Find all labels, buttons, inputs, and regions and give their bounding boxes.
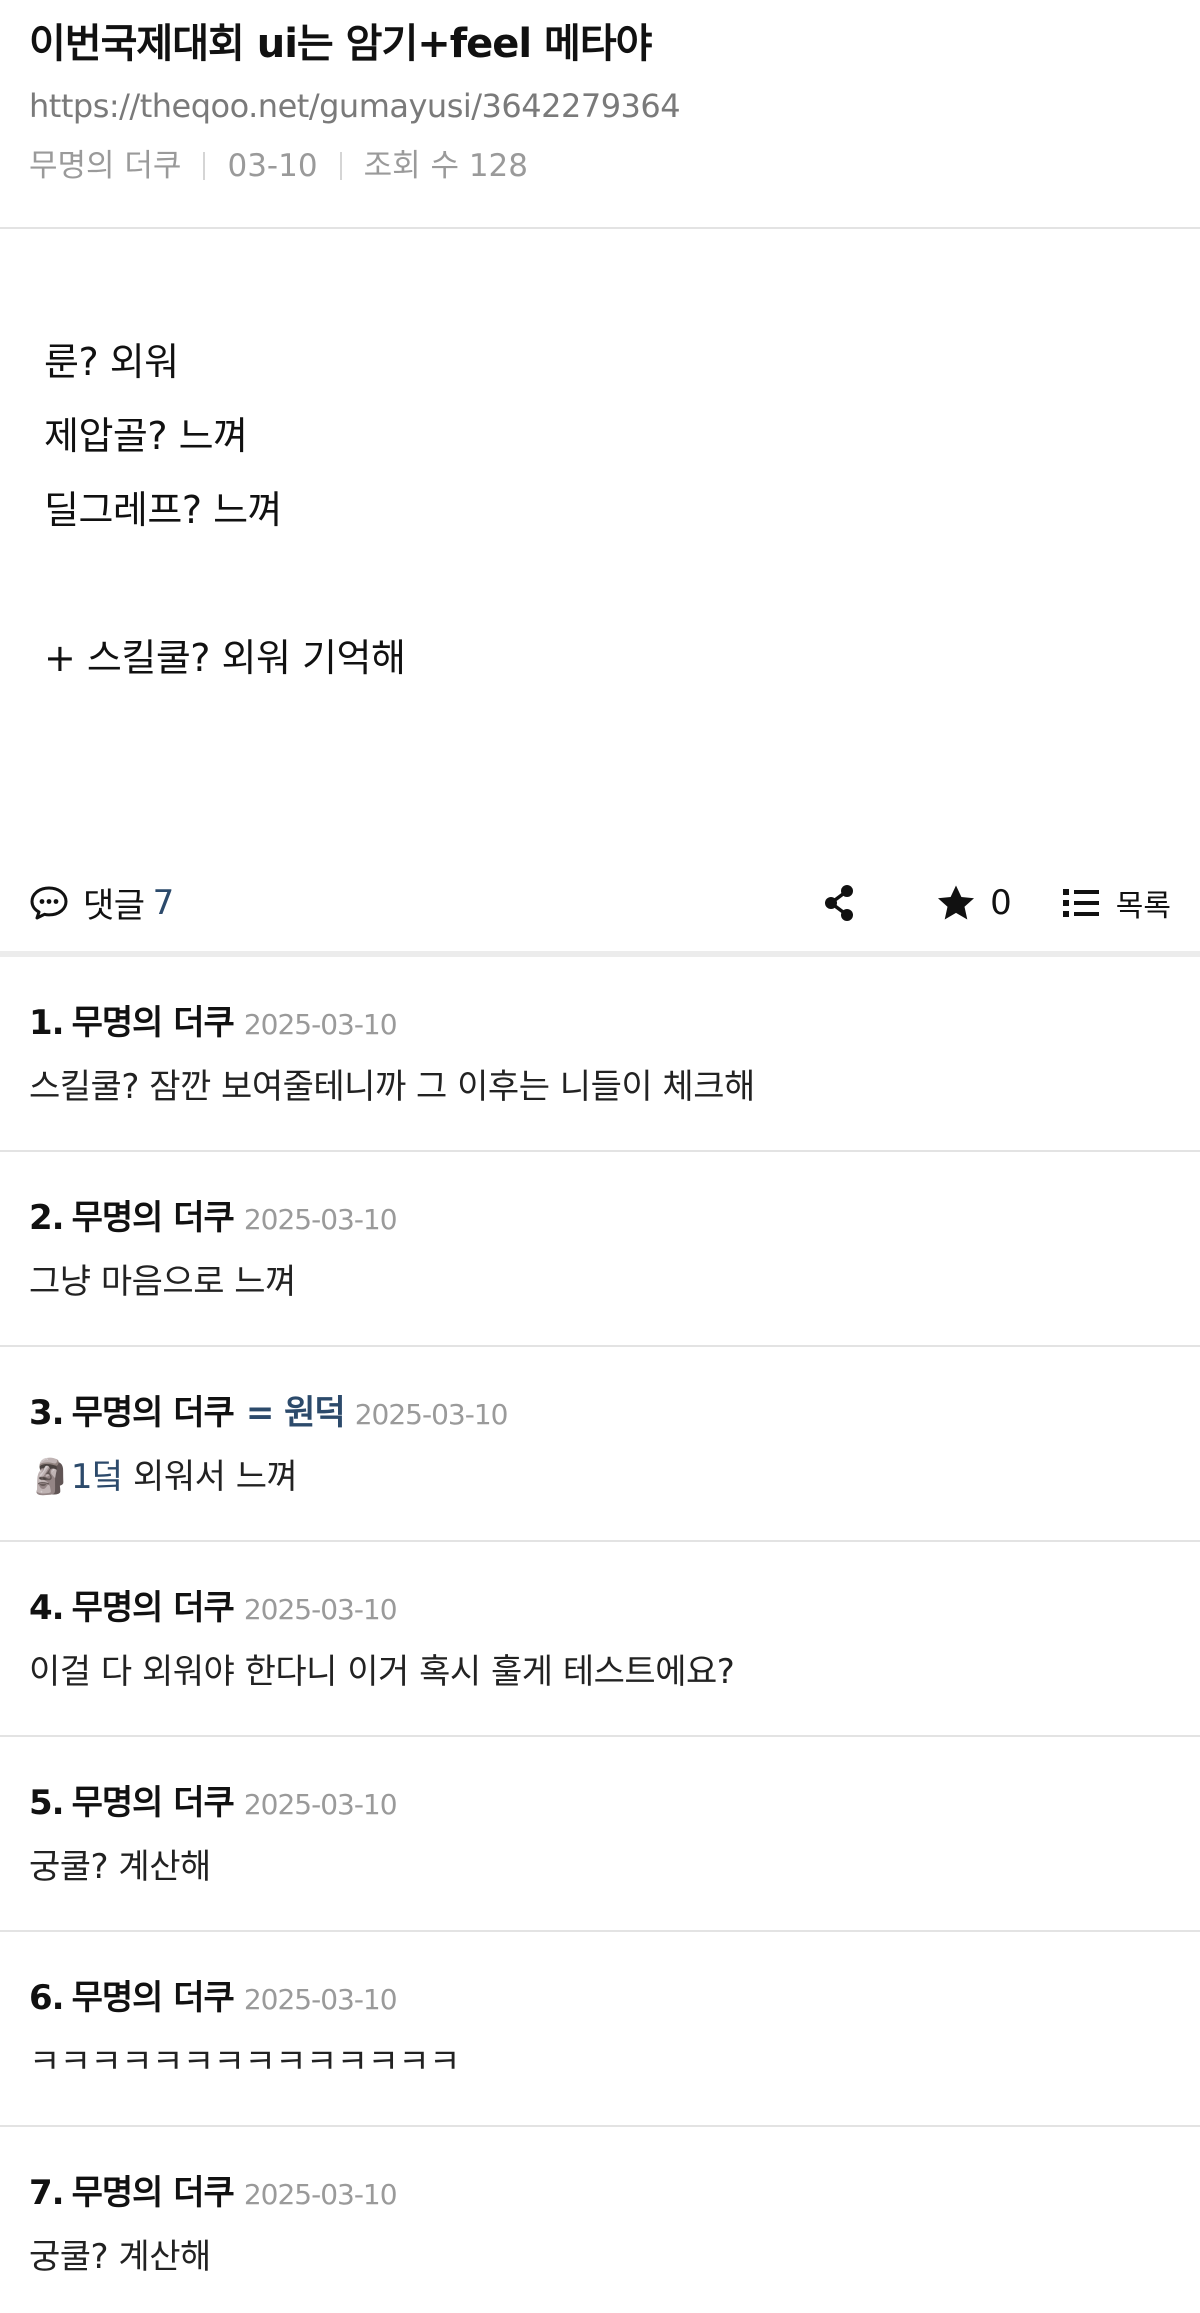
comment-text-body: 그냥 마음으로 느껴 (29, 1262, 296, 1302)
comment-text: 그냥 마음으로 느껴 (29, 1258, 1171, 1306)
comment-text: 스킬쿨? 잠깐 보여줄테니까 그 이후는 니들이 체크해 (29, 1063, 1171, 1111)
share-button[interactable] (814, 873, 864, 933)
comment-number: 1. (29, 1003, 65, 1043)
comment-text-body: 궁쿨? 계산해 (29, 2237, 211, 2277)
share-icon (825, 884, 854, 921)
comment-header: 1. 무명의 더쿠 2025-03-10 (29, 995, 1171, 1047)
post-body-line: 딜그레프? 느껴 (44, 488, 283, 532)
star-count: 0 (990, 882, 1012, 923)
comment-text: ㅋㅋㅋㅋㅋㅋㅋㅋㅋㅋㅋㅋㅋㅋ (29, 2038, 1171, 2086)
comment-number: 7. (29, 2173, 65, 2213)
comment-number: 6. (29, 1978, 65, 2018)
comment-text: 🗿1덬 외워서 느껴 (29, 1453, 1171, 1501)
post-body: 룬? 외워 제압골? 느껴 딜그레프? 느껴 + 스킬쿨? 외워 기억해 (0, 229, 1200, 854)
comment-header: 6. 무명의 더쿠 2025-03-10 (29, 1970, 1171, 2022)
post-meta: 무명의 더쿠 03-10 조회 수 128 (29, 144, 1171, 188)
post-body-line: + 스킬쿨? 외워 기억해 (44, 636, 406, 680)
comment-text: 궁쿨? 계산해 (29, 2233, 1171, 2281)
comment-count: 7 (152, 882, 175, 923)
comment-list: 1. 무명의 더쿠 2025-03-10 스킬쿨? 잠깐 보여줄테니까 그 이후… (0, 957, 1200, 2313)
comment-text-body: 궁쿨? 계산해 (29, 1847, 211, 1887)
comment-item: 2. 무명의 더쿠 2025-03-10 그냥 마음으로 느껴 (0, 1152, 1200, 1347)
comment-item: 7. 무명의 더쿠 2025-03-10 궁쿨? 계산해 (0, 2127, 1200, 2313)
star-icon (938, 885, 975, 919)
comment-item: 5. 무명의 더쿠 2025-03-10 궁쿨? 계산해 (0, 1737, 1200, 1932)
post-title: 이번국제대회 ui는 암기+feel 메타야 (29, 21, 652, 67)
comment-header: 5. 무명의 더쿠 2025-03-10 (29, 1775, 1171, 1827)
comment-author: 무명의 더쿠 (71, 1978, 235, 2018)
original-poster-badge: = 원덕 (245, 1393, 346, 1433)
comment-author: 무명의 더쿠 (71, 1783, 235, 1823)
comment-number: 3. (29, 1393, 65, 1433)
reply-reference-link[interactable]: 🗿1덬 (29, 1457, 123, 1497)
comment-author: 무명의 더쿠 (71, 1588, 235, 1628)
comment-icon (30, 886, 68, 919)
comment-header: 2. 무명의 더쿠 2025-03-10 (29, 1190, 1171, 1242)
comment-text-body: 외워서 느껴 (122, 1457, 298, 1497)
comment-number: 4. (29, 1588, 65, 1628)
comment-header: 7. 무명의 더쿠 2025-03-10 (29, 2165, 1171, 2217)
post-url[interactable]: https://theqoo.net/gumayusi/3642279364 (29, 84, 1171, 128)
comment-text-body: 이걸 다 외워야 한다니 이거 혹시 훌게 테스트에요? (29, 1652, 735, 1692)
comment-date: 2025-03-10 (243, 1203, 398, 1236)
comment-author: 무명의 더쿠 (71, 1003, 235, 1043)
comment-date: 2025-03-10 (243, 1983, 398, 2016)
post-body-line (44, 547, 1156, 621)
comment-date: 2025-03-10 (354, 1398, 509, 1431)
comment-item: 6. 무명의 더쿠 2025-03-10 ㅋㅋㅋㅋㅋㅋㅋㅋㅋㅋㅋㅋㅋㅋ (0, 1932, 1200, 2127)
list-icon (1062, 888, 1099, 917)
comment-item: 1. 무명의 더쿠 2025-03-10 스킬쿨? 잠깐 보여줄테니까 그 이후… (0, 957, 1200, 1152)
post-page: 이번국제대회 ui는 암기+feel 메타야 https://theqoo.ne… (0, 0, 1200, 2313)
comment-count-label: 댓글 (83, 886, 145, 926)
post-date: 03-10 (227, 148, 318, 184)
post-header: 이번국제대회 ui는 암기+feel 메타야 https://theqoo.ne… (0, 0, 1200, 229)
comment-header: 4. 무명의 더쿠 2025-03-10 (29, 1580, 1171, 1632)
meta-divider (339, 152, 342, 180)
comment-author: 무명의 더쿠 (71, 1393, 235, 1433)
comment-text: 이걸 다 외워야 한다니 이거 혹시 훌게 테스트에요? (29, 1648, 1171, 1696)
list-button[interactable]: 목록 (1062, 881, 1171, 925)
comment-number: 2. (29, 1198, 65, 1238)
comment-text-body: 스킬쿨? 잠깐 보여줄테니까 그 이후는 니들이 체크해 (29, 1067, 755, 1107)
comment-author: 무명의 더쿠 (71, 2173, 235, 2213)
comment-text: 궁쿨? 계산해 (29, 1843, 1171, 1891)
meta-divider (203, 152, 206, 180)
comment-count-button[interactable]: 댓글 7 (29, 878, 174, 927)
comment-date: 2025-03-10 (243, 1008, 398, 1041)
comment-date: 2025-03-10 (243, 1593, 398, 1626)
comment-text-body: ㅋㅋㅋㅋㅋㅋㅋㅋㅋㅋㅋㅋㅋㅋ (29, 2042, 460, 2082)
comment-number: 5. (29, 1783, 65, 1823)
post-author: 무명의 더쿠 (29, 148, 182, 184)
comment-date: 2025-03-10 (243, 1788, 398, 1821)
comment-author: 무명의 더쿠 (71, 1198, 235, 1238)
post-body-line: 룬? 외워 (44, 340, 179, 384)
comment-header: 3. 무명의 더쿠 = 원덕 2025-03-10 (29, 1385, 1171, 1437)
comment-item: 3. 무명의 더쿠 = 원덕 2025-03-10 🗿1덬 외워서 느껴 (0, 1347, 1200, 1542)
star-button[interactable]: 0 (936, 883, 1012, 923)
comment-date: 2025-03-10 (243, 2178, 398, 2211)
post-views: 조회 수 128 (363, 148, 528, 184)
post-body-line: 제압골? 느껴 (44, 414, 248, 458)
comment-item: 4. 무명의 더쿠 2025-03-10 이걸 다 외워야 한다니 이거 혹시 … (0, 1542, 1200, 1737)
action-bar: 댓글 7 0 목록 (0, 854, 1200, 957)
list-label: 목록 (1115, 888, 1171, 924)
